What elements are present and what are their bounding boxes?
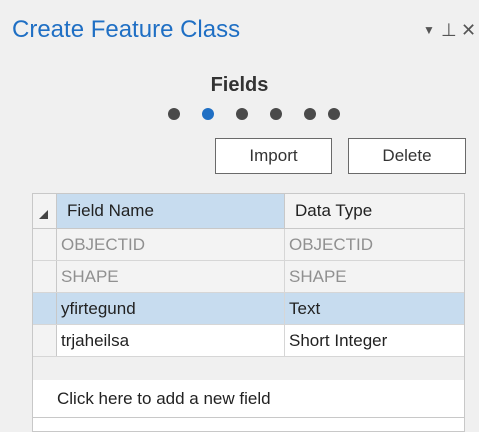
pane-controls: ▼ ⊥ ✕ bbox=[423, 20, 479, 42]
field-name-cell[interactable]: OBJECTID bbox=[57, 229, 285, 260]
chevron-down-icon[interactable]: ▼ bbox=[423, 23, 435, 37]
step-dot-4[interactable] bbox=[270, 108, 282, 120]
column-header-data-type[interactable]: Data Type bbox=[285, 194, 464, 228]
delete-button[interactable]: Delete bbox=[348, 138, 466, 174]
step-dot-2[interactable] bbox=[202, 108, 214, 120]
pin-icon[interactable]: ⊥ bbox=[441, 20, 457, 41]
table-row[interactable]: SHAPE SHAPE bbox=[33, 261, 464, 293]
fields-grid: Field Name Data Type OBJECTID OBJECTID S… bbox=[32, 193, 465, 432]
grid-spacer bbox=[33, 357, 464, 381]
row-header[interactable] bbox=[33, 293, 57, 324]
field-name-cell[interactable]: yfirtegund bbox=[57, 293, 285, 324]
import-button[interactable]: Import bbox=[215, 138, 332, 174]
select-all-corner[interactable] bbox=[33, 194, 57, 228]
sort-triangle-icon bbox=[39, 210, 48, 219]
data-type-cell[interactable]: SHAPE bbox=[285, 261, 464, 292]
step-indicator bbox=[168, 108, 348, 124]
add-new-field-row[interactable]: Click here to add a new field bbox=[33, 380, 464, 418]
field-name-cell[interactable]: trjaheilsa bbox=[57, 325, 285, 356]
data-type-cell[interactable]: Text bbox=[285, 293, 464, 324]
step-dot-1[interactable] bbox=[168, 108, 180, 120]
pane-title: Create Feature Class bbox=[12, 16, 241, 43]
row-header[interactable] bbox=[33, 261, 57, 292]
close-icon[interactable]: ✕ bbox=[461, 20, 476, 41]
table-row[interactable]: OBJECTID OBJECTID bbox=[33, 229, 464, 261]
field-name-cell[interactable]: SHAPE bbox=[57, 261, 285, 292]
row-header[interactable] bbox=[33, 229, 57, 260]
table-row[interactable]: yfirtegund Text bbox=[33, 293, 464, 325]
step-dot-5[interactable] bbox=[304, 108, 316, 120]
add-new-field-label[interactable]: Click here to add a new field bbox=[57, 380, 271, 418]
step-dot-6[interactable] bbox=[328, 108, 340, 120]
data-type-cell[interactable]: OBJECTID bbox=[285, 229, 464, 260]
row-header[interactable] bbox=[33, 325, 57, 356]
table-row[interactable]: trjaheilsa Short Integer bbox=[33, 325, 464, 357]
grid-header: Field Name Data Type bbox=[33, 194, 464, 229]
column-header-field-name[interactable]: Field Name bbox=[57, 194, 285, 228]
data-type-cell[interactable]: Short Integer bbox=[285, 325, 464, 356]
step-title: Fields bbox=[210, 74, 269, 96]
step-dot-3[interactable] bbox=[236, 108, 248, 120]
